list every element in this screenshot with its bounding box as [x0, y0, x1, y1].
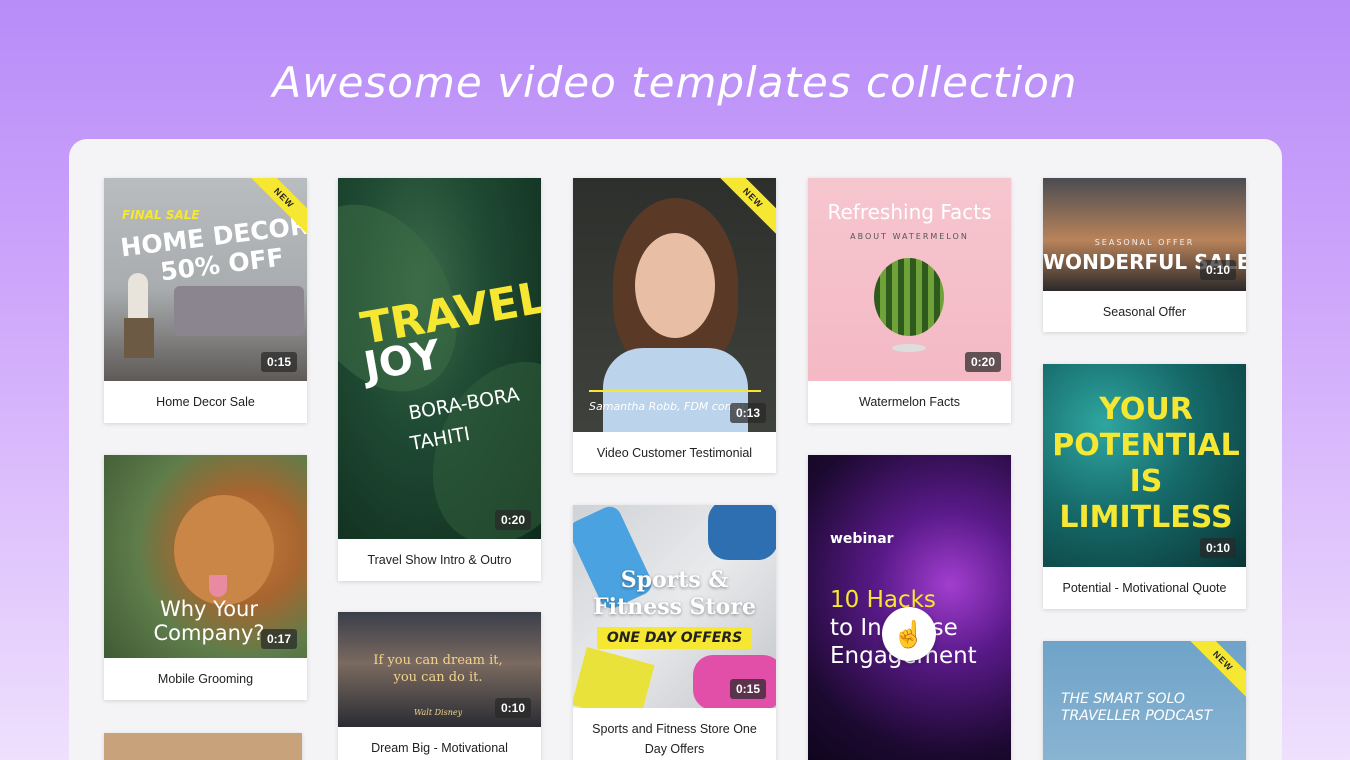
card-caption: Sports and Fitness Store One Day Offers	[592, 722, 757, 756]
promo-line-1: FINAL SALE	[122, 208, 200, 222]
offer-banner: ONE DAY OFFERS	[597, 627, 752, 649]
thumbnail: THE SMART SOLO TRAVELLER PODCAST NEW	[1043, 641, 1246, 760]
thumbnail: TRAVEL JOY BORA-BORA TAHITI 0:20	[338, 178, 541, 539]
duration-badge: 0:10	[494, 698, 531, 718]
duration-badge: 0:17	[260, 629, 297, 649]
thumbnail: FINAL SALE HOME DECOR 50% OFF NEW 0:15	[104, 178, 307, 381]
template-card-travel[interactable]: TRAVEL JOY BORA-BORA TAHITI 0:20 Travel …	[338, 178, 541, 581]
duration-badge: 0:20	[964, 352, 1001, 372]
duration-badge: 0:20	[494, 510, 531, 530]
card-caption: Seasonal Offer	[1102, 304, 1187, 319]
webinar-label: webinar	[830, 531, 894, 547]
thumbnail: Sports & Fitness Store ONE DAY OFFERS 0:…	[573, 505, 776, 708]
card-caption: Watermelon Facts	[859, 395, 960, 409]
headline-line-2: Fitness Store	[593, 594, 756, 620]
quote-text: If you can dream it, you can do it.	[373, 653, 503, 685]
duration-badge: 0:10	[1199, 538, 1236, 558]
thumbnail: YOUR POTENTIAL IS LIMITLESS 0:10	[1043, 364, 1246, 567]
overlay-text: Why Your Company?	[153, 597, 265, 645]
thumbnail: Why Your Company? 0:17	[104, 455, 307, 658]
small-heading: SEASONAL OFFER	[1094, 238, 1195, 247]
template-card-podcast[interactable]: THE SMART SOLO TRAVELLER PODCAST NEW	[1043, 641, 1246, 760]
template-card-dream-big[interactable]: If you can dream it, you can do it. Walt…	[338, 612, 541, 760]
template-card-testimonial[interactable]: Samantha Robb, FDM consu NEW 0:13 Video …	[573, 178, 776, 473]
hand-cursor-icon: ☝	[882, 607, 936, 661]
template-card-mobile-grooming[interactable]: Why Your Company? 0:17 Mobile Grooming	[104, 455, 307, 700]
template-card-webinar[interactable]: webinar 10 Hacks to Increase Engagement …	[808, 455, 1011, 760]
duration-badge: 0:15	[729, 679, 766, 699]
thumbnail: Refreshing Facts ABOUT WATERMELON 0:20	[808, 178, 1011, 381]
duration-badge: 0:15	[260, 352, 297, 372]
templates-panel: FINAL SALE HOME DECOR 50% OFF NEW 0:15 H…	[69, 139, 1282, 760]
headline-line-1: Sports &	[620, 567, 729, 593]
template-card-seasonal[interactable]: SEASONAL OFFER WONDERFUL SALE 0:10 Seaso…	[1043, 178, 1246, 332]
card-subtitle: ABOUT WATERMELON	[850, 232, 969, 241]
card-caption: Mobile Grooming	[157, 672, 254, 686]
quote-text: YOUR POTENTIAL IS LIMITLESS	[1052, 392, 1240, 535]
card-caption: Video Customer Testimonial	[596, 445, 753, 460]
thumbnail: webinar 10 Hacks to Increase Engagement …	[808, 455, 1011, 760]
new-badge: NEW	[249, 178, 307, 236]
thumbnail: If you can dream it, you can do it. Walt…	[338, 612, 541, 727]
template-card-watermelon[interactable]: Refreshing Facts ABOUT WATERMELON 0:20 W…	[808, 178, 1011, 423]
new-badge: NEW	[1188, 641, 1246, 699]
new-badge: NEW	[718, 178, 776, 236]
card-caption: Potential - Motivational Quote	[1062, 581, 1227, 595]
page-heading: Awesome video templates collection	[272, 58, 1078, 107]
template-card-potential[interactable]: YOUR POTENTIAL IS LIMITLESS 0:10 Potenti…	[1043, 364, 1246, 609]
duration-badge: 0:10	[1199, 260, 1236, 280]
template-card-partial[interactable]	[104, 733, 302, 760]
card-title: Refreshing Facts	[827, 200, 992, 224]
card-caption: Travel Show Intro & Outro	[367, 553, 512, 567]
template-card-home-decor[interactable]: FINAL SALE HOME DECOR 50% OFF NEW 0:15 H…	[104, 178, 307, 423]
card-caption: Home Decor Sale	[156, 395, 255, 409]
quote-author: Walt Disney	[414, 708, 463, 717]
name-overlay: Samantha Robb, FDM consu	[589, 400, 745, 413]
card-caption: Dream Big - Motivational	[371, 741, 508, 755]
thumbnail: SEASONAL OFFER WONDERFUL SALE 0:10	[1043, 178, 1246, 291]
thumbnail: Samantha Robb, FDM consu NEW 0:13	[573, 178, 776, 432]
template-card-sports[interactable]: Sports & Fitness Store ONE DAY OFFERS 0:…	[573, 505, 776, 760]
duration-badge: 0:13	[729, 403, 766, 423]
